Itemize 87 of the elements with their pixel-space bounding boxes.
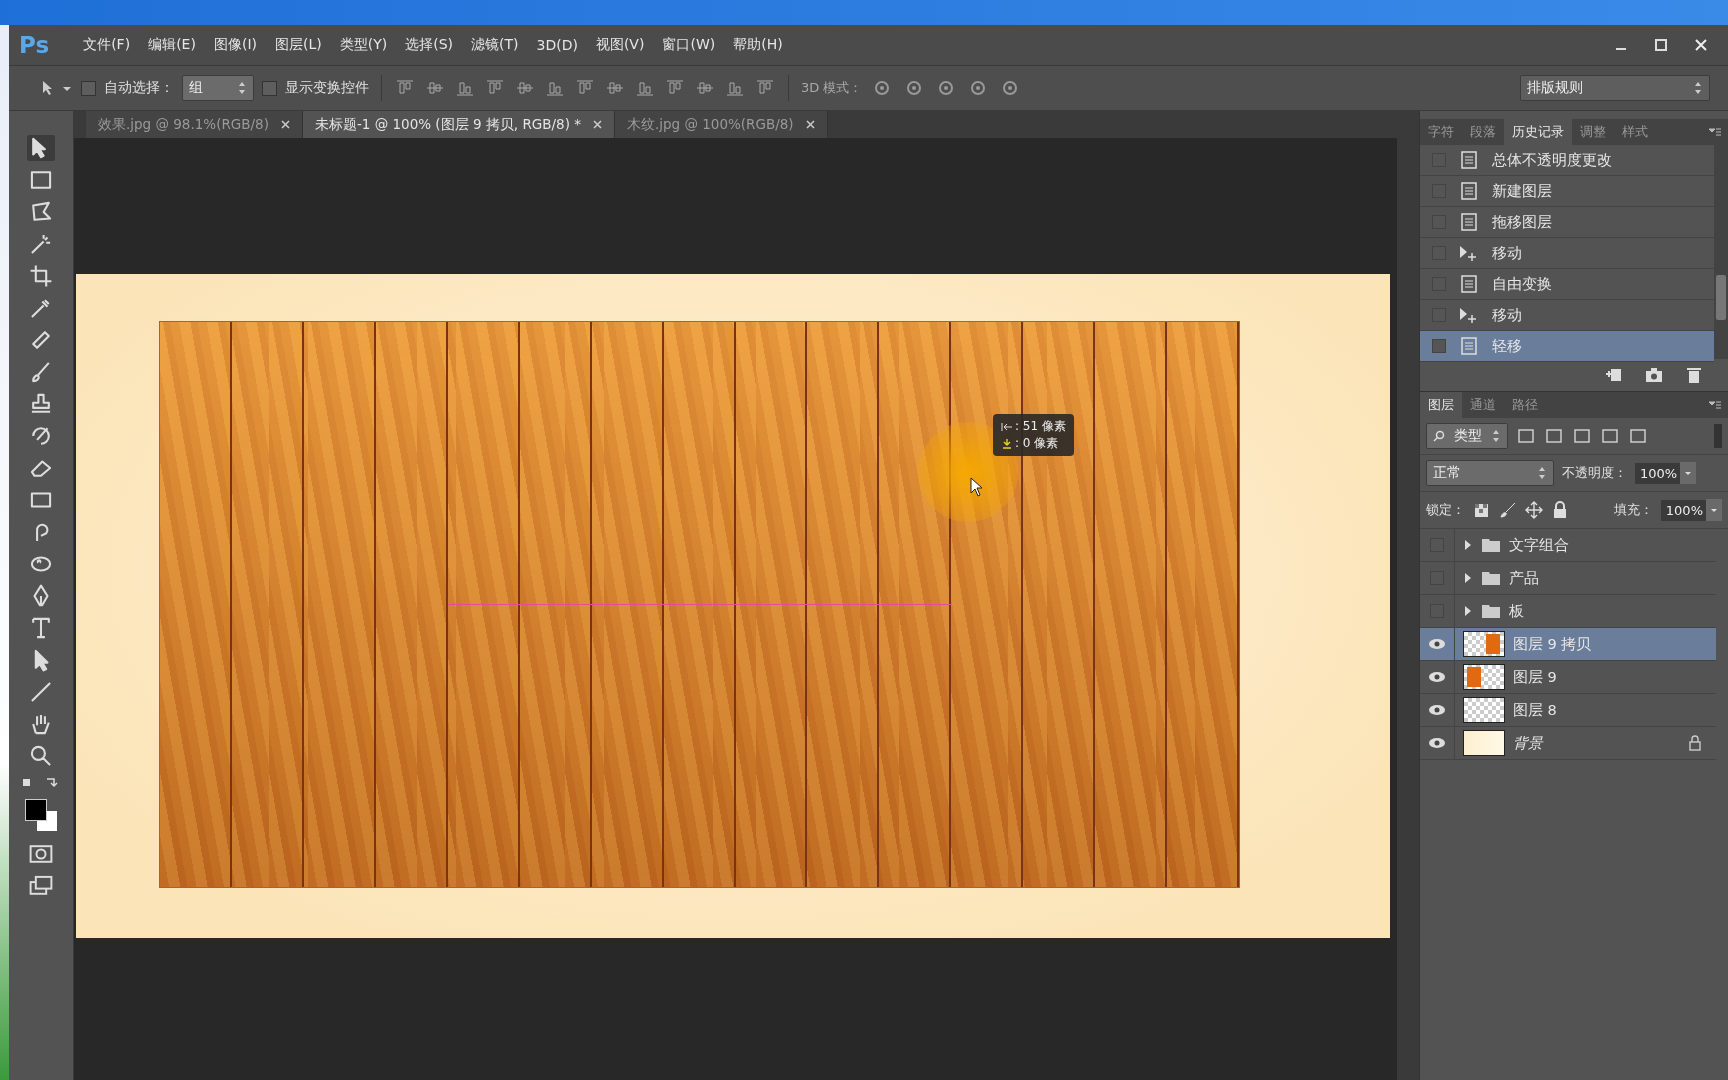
menu-item[interactable]: 窗口(W)	[654, 36, 724, 54]
menu-item[interactable]: 选择(S)	[397, 36, 461, 54]
eye-icon[interactable]	[1428, 638, 1446, 650]
menu-item[interactable]: 文件(F)	[75, 36, 139, 54]
expand-arrow-icon[interactable]	[1463, 572, 1473, 584]
scrollbar-thumb[interactable]	[1716, 275, 1726, 320]
eye-icon[interactable]	[1428, 737, 1446, 749]
app-logo: Ps	[19, 32, 50, 58]
expand-arrow-icon[interactable]	[1463, 539, 1473, 551]
panel-tab[interactable]: 图层	[1420, 392, 1462, 418]
fill-label: 填充：	[1613, 501, 1653, 519]
offset-reading: : 0 像素	[1015, 435, 1059, 452]
show-transform-label: 显示变换控件	[285, 79, 369, 97]
expand-arrow-icon[interactable]	[1463, 605, 1473, 617]
layer-row[interactable]: 图层 9	[1420, 661, 1716, 694]
updown-arrows-icon	[1693, 81, 1703, 95]
move-arrows-icon[interactable]	[1525, 501, 1543, 519]
menu-item[interactable]: 图像(I)	[205, 36, 265, 54]
auto-select-dropdown[interactable]: 组	[182, 75, 254, 101]
history-state[interactable]: 移动	[1420, 238, 1714, 269]
close-icon[interactable]	[805, 120, 815, 129]
document-icon	[1458, 337, 1480, 355]
auto-select-label: 自动选择：	[104, 79, 174, 97]
checkbox[interactable]	[262, 80, 277, 96]
layer-row[interactable]: 文字组合	[1420, 529, 1716, 562]
menu-item[interactable]: 图层(L)	[267, 36, 330, 54]
scrollbar[interactable]	[1714, 145, 1728, 359]
opacity-label: 不透明度：	[1562, 464, 1627, 482]
move-tool-icon[interactable]	[27, 135, 55, 161]
panel-tab[interactable]: 历史记录	[1504, 119, 1572, 145]
document-icon	[1458, 275, 1480, 293]
opacity-field[interactable]: 100%	[1635, 462, 1683, 484]
menu-item[interactable]: 类型(Y)	[331, 36, 396, 54]
history-state[interactable]: 自由变换	[1420, 269, 1714, 300]
blend-mode-dropdown[interactable]: 正常	[1426, 460, 1554, 486]
maximize-icon[interactable]	[1654, 38, 1668, 52]
document-icon	[1458, 151, 1480, 169]
layer-row[interactable]: 背景	[1420, 727, 1716, 760]
menu-item[interactable]: 编辑(E)	[140, 36, 204, 54]
new-document-icon[interactable]	[1604, 366, 1624, 384]
layer-thumbnail	[1463, 697, 1505, 723]
folder-icon	[1481, 570, 1501, 586]
workspace-dropdown[interactable]: 排版规则	[1520, 75, 1710, 101]
layer-filter-dropdown[interactable]: 类型	[1426, 423, 1508, 449]
menu-item[interactable]: 3D(D)	[528, 37, 586, 53]
document-icon	[1458, 182, 1480, 200]
history-state[interactable]: 轻移	[1420, 331, 1714, 362]
document-icon	[1458, 213, 1480, 231]
cursor-icon	[970, 477, 984, 497]
fill-field[interactable]: 100%	[1660, 499, 1708, 521]
menu-item[interactable]: 滤镜(T)	[463, 36, 527, 54]
updown-arrows-icon	[1537, 466, 1547, 480]
document-tab[interactable]: 未标题-1 @ 100% (图层 9 拷贝, RGB/8) *	[302, 111, 615, 138]
folder-icon	[1481, 537, 1501, 553]
camera-icon[interactable]	[1644, 366, 1664, 384]
lock-transparency-icon[interactable]	[1473, 501, 1491, 519]
offset-reading: : 51 像素	[1015, 418, 1066, 435]
history-state[interactable]: 总体不透明度更改	[1420, 145, 1714, 176]
lock-label: 锁定：	[1426, 501, 1465, 519]
lock-icon[interactable]	[1551, 501, 1569, 519]
eye-icon[interactable]	[1428, 671, 1446, 683]
panel-menu-icon[interactable]	[1708, 400, 1722, 410]
horizontal-arrow-icon	[1001, 421, 1013, 432]
history-state[interactable]: 新建图层	[1420, 176, 1714, 207]
history-state[interactable]: 拖移图层	[1420, 207, 1714, 238]
brush-icon[interactable]	[1499, 501, 1517, 519]
filter-toggle[interactable]	[1714, 424, 1722, 448]
folder-icon	[1481, 603, 1501, 619]
layer-row[interactable]: 图层 8	[1420, 694, 1716, 727]
updown-arrows-icon	[1491, 429, 1501, 443]
close-icon[interactable]	[280, 120, 290, 129]
eye-icon[interactable]	[1428, 704, 1446, 716]
menu-item[interactable]: 帮助(H)	[725, 36, 791, 54]
panel-menu-icon[interactable]	[1708, 127, 1722, 137]
close-icon[interactable]	[592, 120, 602, 129]
layer-row[interactable]: 产品	[1420, 562, 1716, 595]
document-tab[interactable]: 效果.jpg @ 98.1%(RGB/8)	[86, 111, 303, 138]
updown-arrows-icon	[237, 81, 247, 95]
3d-mode-label: 3D 模式：	[801, 79, 863, 97]
layer-row[interactable]: 图层 9 拷贝	[1420, 628, 1716, 661]
document-tab[interactable]: 木纹.jpg @ 100%(RGB/8)	[614, 111, 828, 138]
vertical-arrow-icon	[1001, 438, 1013, 449]
menu-item[interactable]: 视图(V)	[587, 36, 653, 54]
layer-thumbnail	[1463, 730, 1505, 756]
checkbox[interactable]	[81, 80, 96, 96]
search-icon	[1433, 430, 1445, 442]
trash-icon[interactable]	[1684, 366, 1704, 384]
